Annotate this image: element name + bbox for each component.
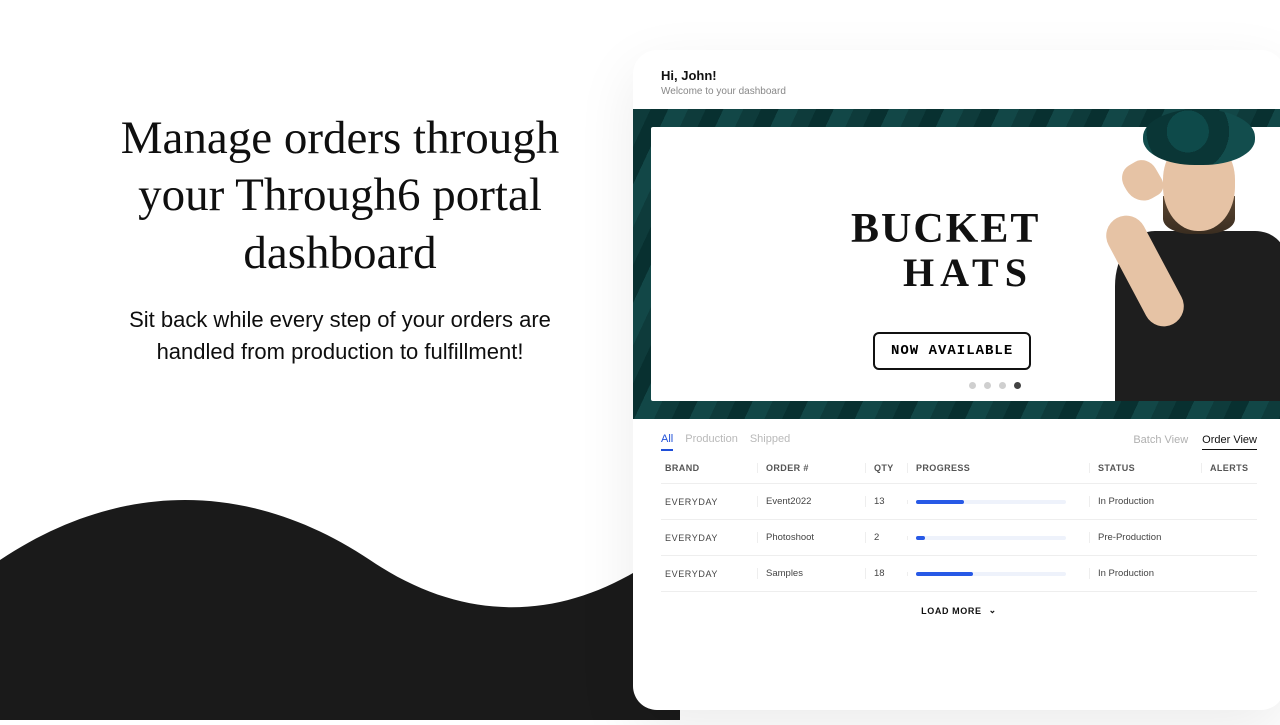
chevron-down-icon: ⌄ xyxy=(989,605,997,616)
promo-headline: Manage orders through your Through6 port… xyxy=(110,110,570,282)
cell-brand: EVERYDAY xyxy=(661,533,757,543)
cell-brand: EVERYDAY xyxy=(661,497,757,507)
cell-qty: 2 xyxy=(865,532,907,543)
cell-status: In Production xyxy=(1089,496,1201,507)
view-tabs: Batch View Order View xyxy=(1133,434,1257,450)
cell-brand: EVERYDAY xyxy=(661,569,757,579)
orders-rows: EVERYDAYEvent202213In ProductionEVERYDAY… xyxy=(661,483,1257,591)
hero-title: BUCKET HATS xyxy=(851,205,1040,296)
decorative-wave xyxy=(0,440,680,720)
cell-status: Pre-Production xyxy=(1089,532,1201,543)
tab-order-view[interactable]: Order View xyxy=(1202,434,1257,450)
cell-qty: 18 xyxy=(865,568,907,579)
hero-title-line2: HATS xyxy=(903,249,1040,296)
tab-batch-view[interactable]: Batch View xyxy=(1133,434,1188,450)
promo-copy: Manage orders through your Through6 port… xyxy=(110,110,570,368)
orders-section: All Production Shipped Batch View Order … xyxy=(633,419,1280,631)
hero-inner: BUCKET HATS NOW AVAILABLE xyxy=(651,127,1280,401)
tab-all[interactable]: All xyxy=(661,433,673,451)
model-image xyxy=(1085,101,1280,401)
carousel-dot[interactable] xyxy=(969,382,976,389)
dashboard-card: Hi, John! Welcome to your dashboard BUCK… xyxy=(633,50,1280,710)
table-row[interactable]: EVERYDAYEvent202213 In Production xyxy=(661,483,1257,519)
col-alerts: ALERTS xyxy=(1201,463,1257,473)
cell-status: In Production xyxy=(1089,568,1201,579)
carousel-dots[interactable] xyxy=(969,382,1021,389)
cell-progress xyxy=(907,572,1089,576)
greeting-title: Hi, John! xyxy=(661,68,1257,83)
col-status: STATUS xyxy=(1089,463,1201,473)
cell-progress xyxy=(907,500,1089,504)
col-order: ORDER # xyxy=(757,463,865,473)
cell-progress xyxy=(907,536,1089,540)
carousel-dot[interactable] xyxy=(999,382,1006,389)
tab-shipped[interactable]: Shipped xyxy=(750,433,790,451)
hero-banner: BUCKET HATS NOW AVAILABLE xyxy=(633,109,1280,419)
carousel-dot[interactable] xyxy=(1014,382,1021,389)
orders-tabs-row: All Production Shipped Batch View Order … xyxy=(661,433,1257,451)
table-row[interactable]: EVERYDAYSamples18 In Production xyxy=(661,555,1257,591)
hero-title-line1: BUCKET xyxy=(851,205,1040,253)
carousel-dot[interactable] xyxy=(984,382,991,389)
now-available-button[interactable]: NOW AVAILABLE xyxy=(873,332,1031,370)
col-progress: PROGRESS xyxy=(907,463,1089,473)
tab-production[interactable]: Production xyxy=(685,433,738,451)
cell-order: Samples xyxy=(757,568,865,579)
cell-qty: 13 xyxy=(865,496,907,507)
cell-order: Photoshoot xyxy=(757,532,865,543)
orders-table-header: BRAND ORDER # QTY PROGRESS STATUS ALERTS xyxy=(661,459,1257,477)
col-brand: BRAND xyxy=(661,463,757,473)
promo-sub: Sit back while every step of your orders… xyxy=(110,304,570,368)
load-more-label: LOAD MORE xyxy=(921,606,981,616)
load-more-button[interactable]: LOAD MORE ⌄ xyxy=(661,591,1257,631)
col-qty: QTY xyxy=(865,463,907,473)
table-row[interactable]: EVERYDAYPhotoshoot2 Pre-Production xyxy=(661,519,1257,555)
filter-tabs: All Production Shipped xyxy=(661,433,790,451)
cell-order: Event2022 xyxy=(757,496,865,507)
greeting-sub: Welcome to your dashboard xyxy=(661,86,1257,97)
